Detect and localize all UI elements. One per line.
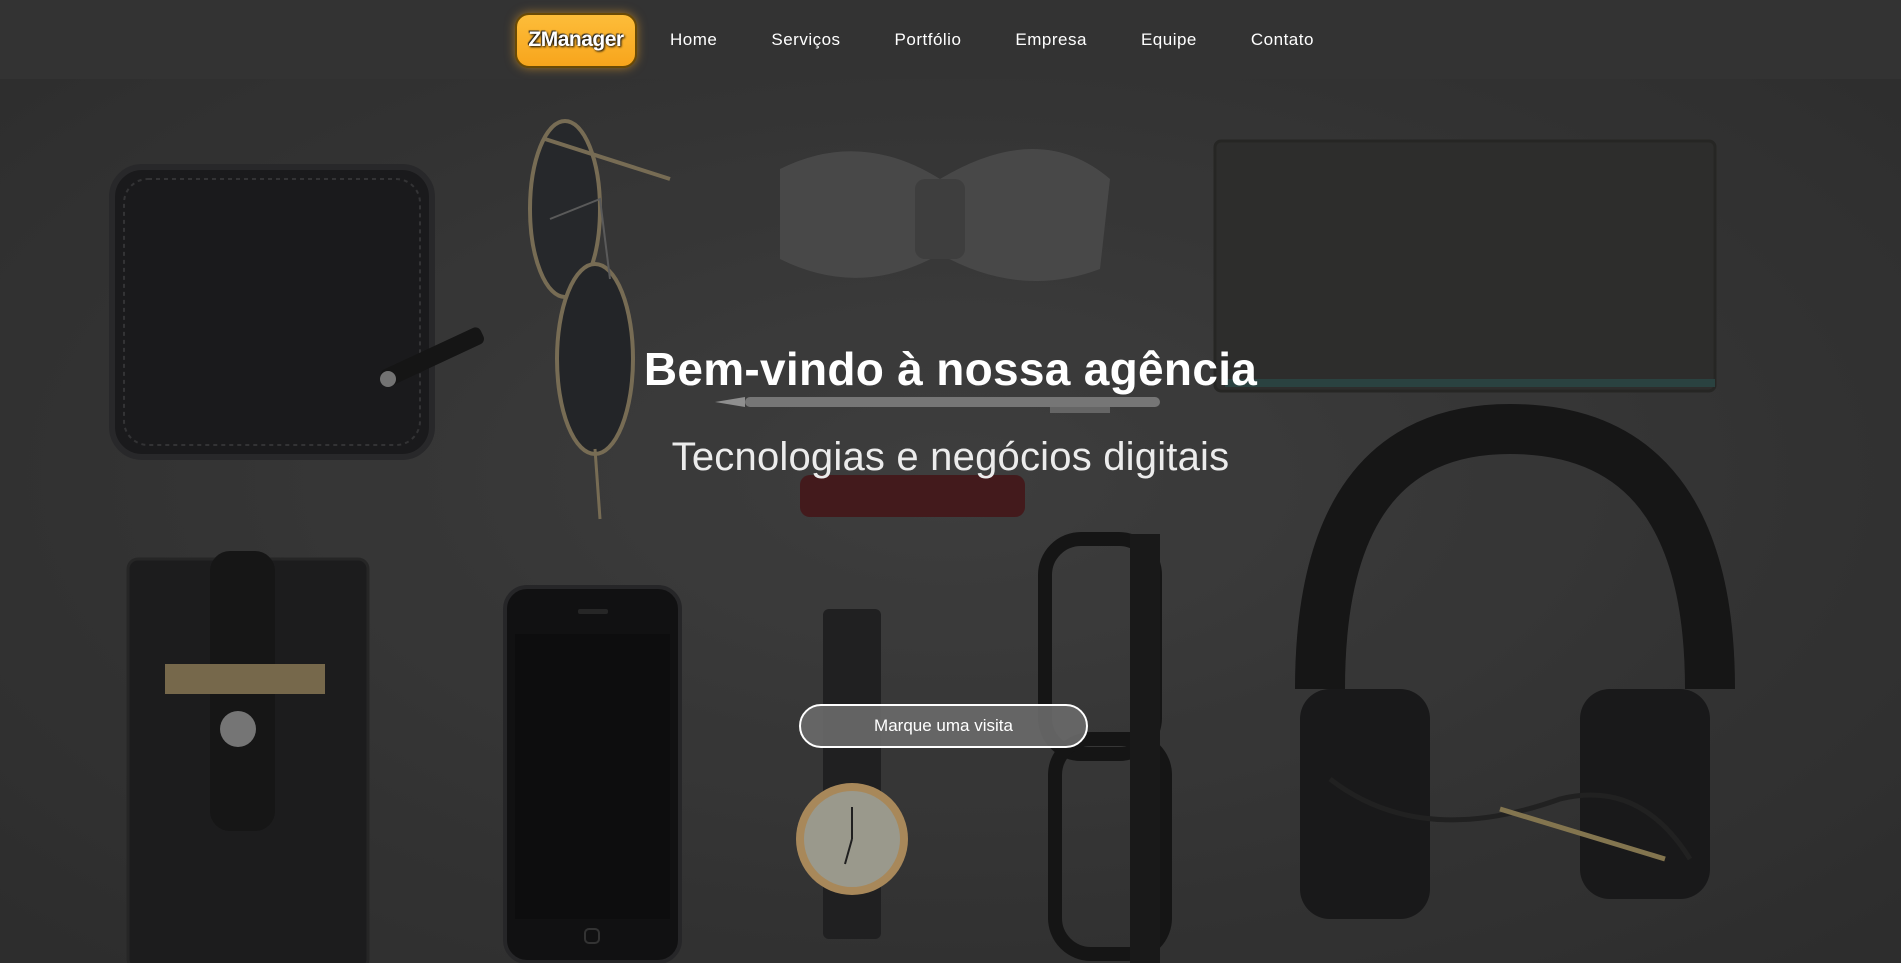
hero-section: Bem-vindo à nossa agência Tecnologias e … <box>0 79 1901 963</box>
nav-link-equipe[interactable]: Equipe <box>1114 30 1224 50</box>
nav-link-servicos[interactable]: Serviços <box>744 30 867 50</box>
nav-link-portfolio[interactable]: Portfólio <box>868 30 989 50</box>
nav-link-contato[interactable]: Contato <box>1224 30 1341 50</box>
nav-link-empresa[interactable]: Empresa <box>988 30 1114 50</box>
nav-links: Home Serviços Portfólio Empresa Equipe C… <box>643 30 1341 50</box>
hero-dark-overlay <box>0 79 1901 963</box>
nav-inner: ZManager Home Serviços Portfólio Empresa… <box>515 12 1341 68</box>
hero-subtitle: Tecnologias e negócios digitais <box>671 435 1230 479</box>
brand-logo-button[interactable]: ZManager <box>515 12 637 68</box>
hero-title: Bem-vindo à nossa agência <box>643 343 1258 395</box>
nav-link-home[interactable]: Home <box>643 30 744 50</box>
schedule-visit-button[interactable]: Marque uma visita <box>799 704 1088 748</box>
top-navbar: ZManager Home Serviços Portfólio Empresa… <box>0 0 1901 79</box>
